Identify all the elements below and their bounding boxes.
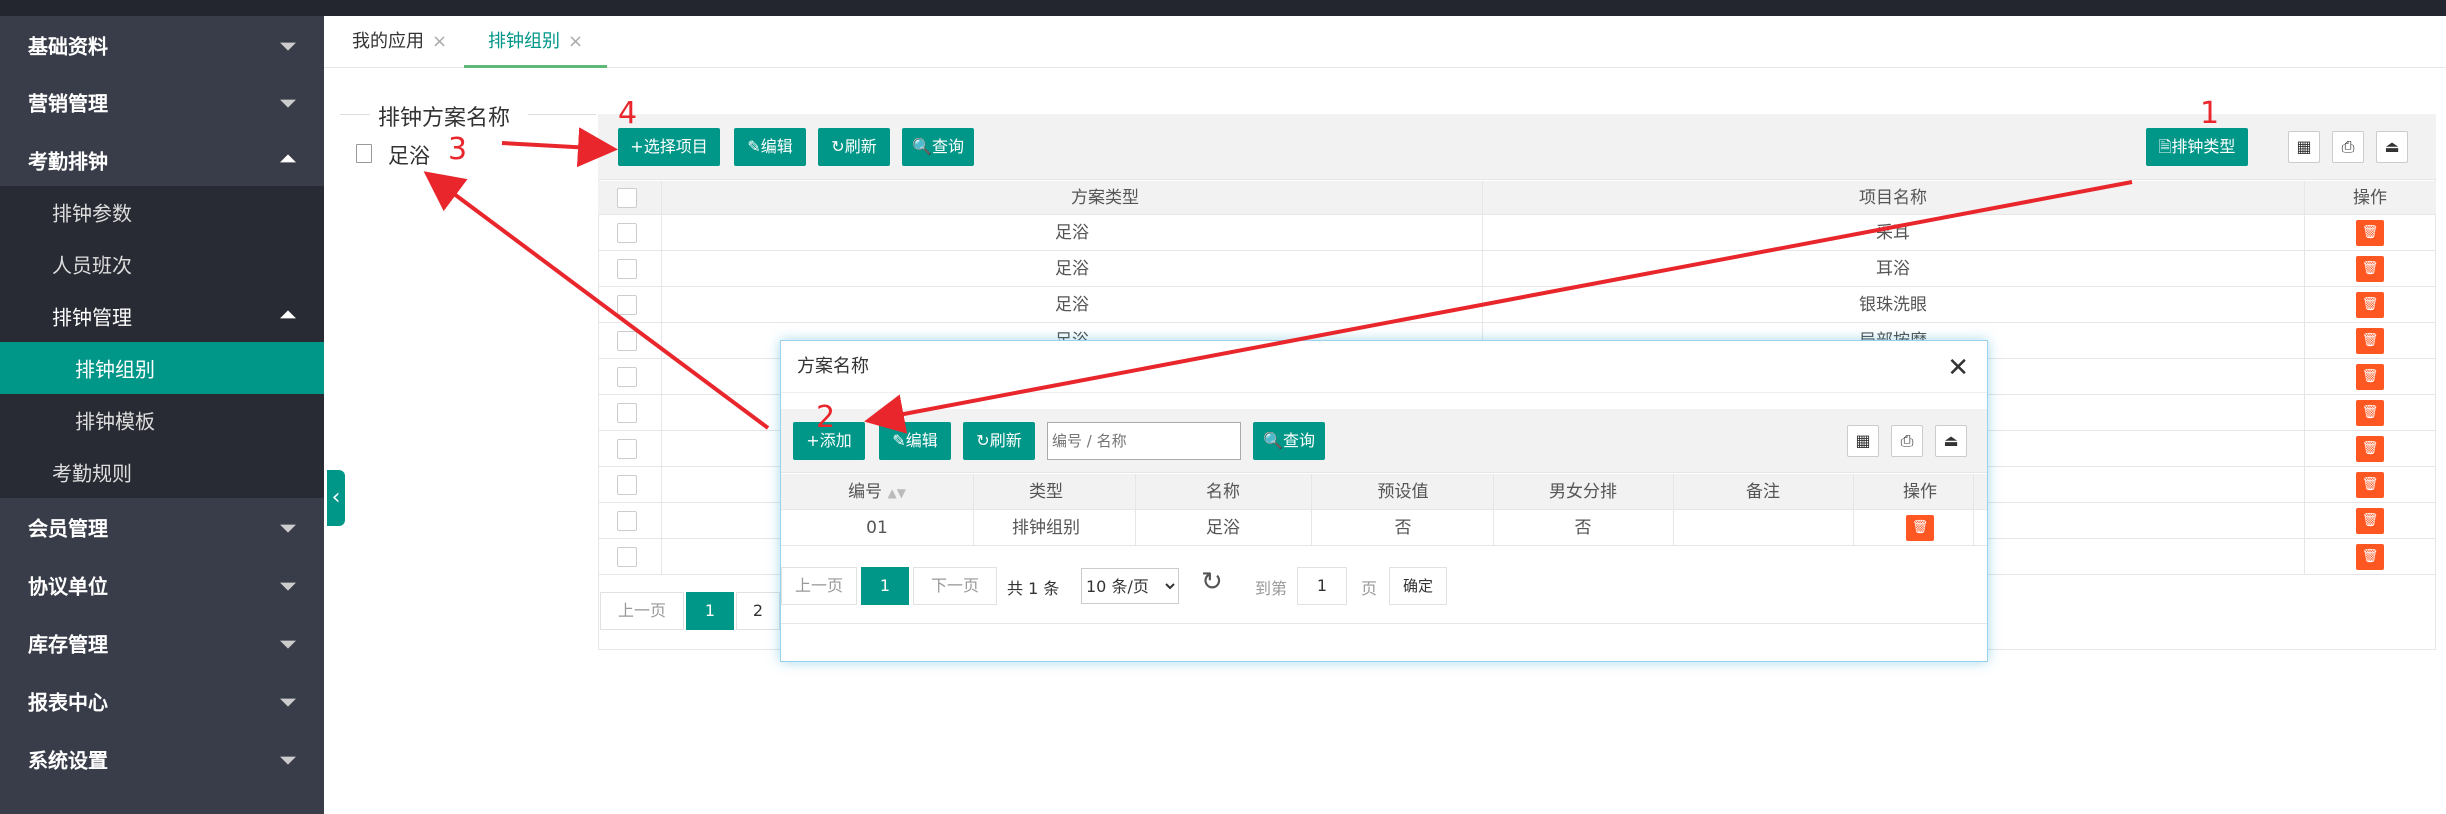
annotation-label: 1 — [2200, 96, 2220, 131]
arrow-to-select-button — [501, 127, 618, 168]
arrow-to-add-button — [864, 180, 2133, 434]
arrow-to-tree-node — [423, 171, 770, 430]
annotation-label: 2 — [816, 400, 836, 435]
annotation-arrows — [423, 127, 2133, 434]
annotation-label: 3 — [448, 132, 468, 167]
annotation-label: 4 — [618, 96, 638, 131]
